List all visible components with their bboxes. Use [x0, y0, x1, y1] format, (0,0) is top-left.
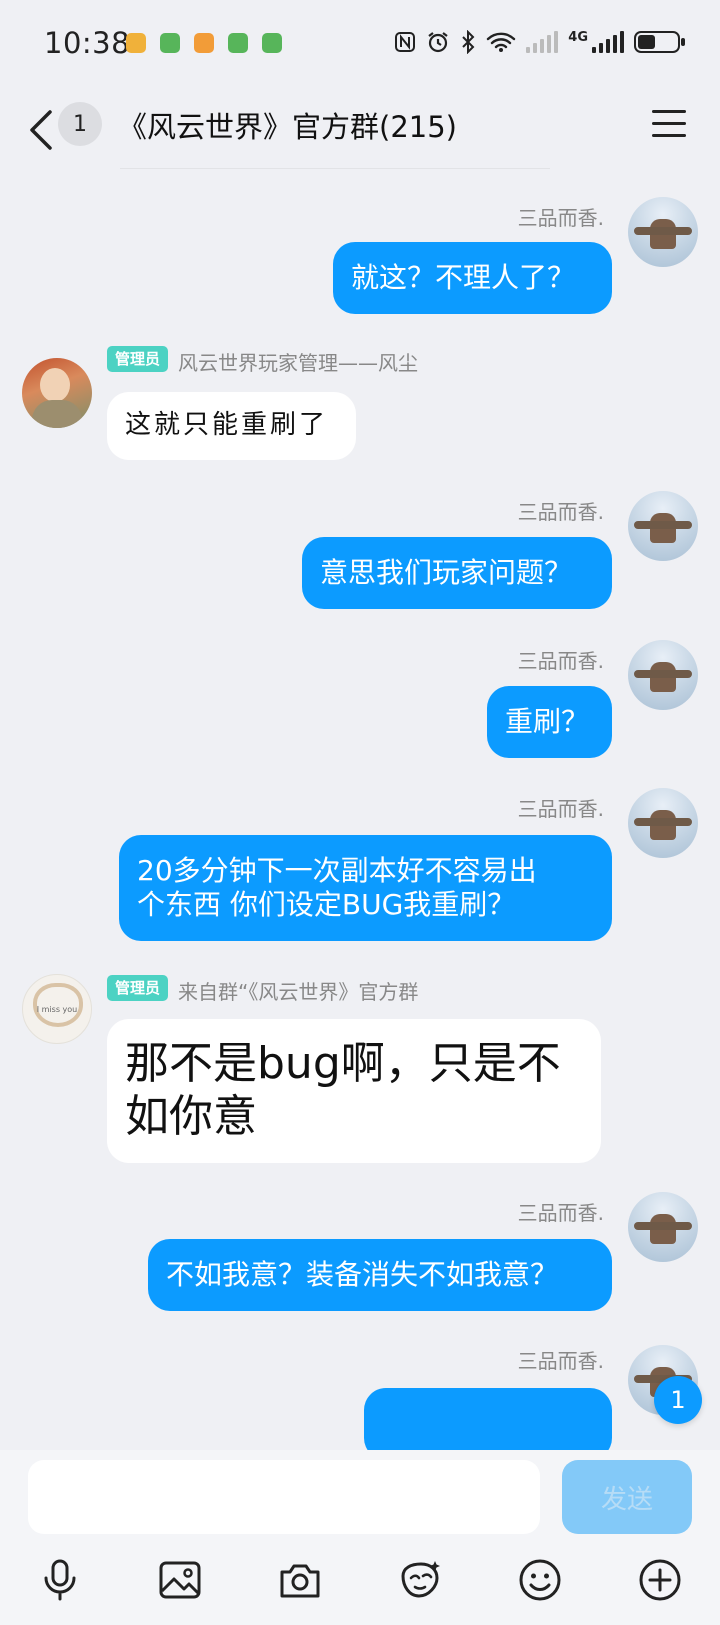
new-message-badge[interactable]: 1: [654, 1376, 702, 1424]
camera-icon[interactable]: [276, 1556, 324, 1604]
message-text-line: 20多分钟下一次副本好不容易出: [137, 854, 537, 888]
avatar[interactable]: I miss you: [22, 974, 92, 1044]
status-time: 10:38: [44, 26, 131, 60]
avatar[interactable]: [628, 640, 698, 710]
plus-icon[interactable]: [636, 1556, 684, 1604]
status-bar: 10:38 4G: [0, 0, 720, 88]
message-sender-name: 三品而香.: [517, 1349, 604, 1373]
avatar-caption: I miss you: [36, 1005, 78, 1014]
message-sender-name: 三品而香.: [517, 649, 604, 673]
message-text: 就这？不理人了？: [351, 261, 576, 295]
message-sender-name: 三品而香.: [517, 1201, 604, 1225]
sticker-icon[interactable]: [396, 1556, 444, 1604]
battery-level: [638, 35, 656, 49]
avatar[interactable]: [628, 197, 698, 267]
message-text: 意思我们玩家问题？: [320, 556, 573, 590]
emoji-icon[interactable]: [516, 1556, 564, 1604]
admin-badge: 管理员: [107, 346, 169, 372]
notification-icons: [126, 33, 282, 53]
message-bubble[interactable]: 那不是bug啊，只是不 如你意: [107, 1019, 601, 1163]
message-sender-name: 风云世界玩家管理——风尘: [178, 351, 418, 375]
message-bubble[interactable]: 这就只能重刷了: [107, 392, 356, 460]
nfc-icon: [395, 32, 416, 52]
message-text: 重刷？: [505, 705, 590, 739]
chat-message-list[interactable]: 三品而香. 就这？不理人了？ 管理员 风云世界玩家管理——风尘 这就只能重刷了 …: [0, 180, 720, 1450]
message-bubble[interactable]: 意思我们玩家问题？: [302, 537, 612, 609]
message-bubble[interactable]: 20多分钟下一次副本好不容易出 个东西 你们设定BUG我重刷？: [119, 835, 612, 941]
message-input[interactable]: [28, 1460, 540, 1534]
divider: [120, 168, 550, 169]
message-bubble[interactable]: 不如我意？装备消失不如我意？: [148, 1239, 612, 1311]
message-text: 不如我意？装备消失不如我意？: [166, 1258, 559, 1292]
signal-icon: [526, 31, 559, 53]
message-text-line: 那不是bug啊，只是不: [125, 1038, 561, 1090]
avatar[interactable]: [628, 788, 698, 858]
message-text-line: 如你意: [125, 1091, 257, 1142]
message-sender-name: 来自群“《风云世界》官方群: [178, 980, 419, 1004]
message-bubble[interactable]: 就这？不理人了？: [333, 242, 612, 314]
chevron-left-icon[interactable]: [26, 108, 56, 152]
message-sender-name: 三品而香.: [517, 500, 604, 524]
avatar[interactable]: [628, 1192, 698, 1262]
message-text: 这就只能重刷了: [125, 410, 329, 441]
message-sender-name: 三品而香.: [517, 206, 604, 230]
message-bubble[interactable]: [364, 1388, 612, 1450]
app-notification-icon: [262, 33, 282, 53]
message-sender-name: 三品而香.: [517, 797, 604, 821]
app-notification-icon: [228, 33, 248, 53]
wifi-icon: [487, 32, 516, 52]
hamburger-menu-icon[interactable]: [652, 110, 686, 138]
message-bubble[interactable]: 重刷？: [487, 686, 612, 758]
signal-icon: [592, 31, 624, 53]
send-button[interactable]: 发送: [562, 1460, 692, 1534]
bluetooth-icon: [462, 30, 475, 54]
unread-count-badge[interactable]: 1: [58, 102, 102, 146]
avatar[interactable]: [22, 358, 92, 428]
message-text-line: 个东西 你们设定BUG我重刷？: [137, 888, 516, 921]
microphone-icon[interactable]: [36, 1556, 84, 1604]
avatar[interactable]: [628, 491, 698, 561]
app-notification-icon: [160, 33, 180, 53]
system-icons: 4G: [394, 30, 685, 54]
admin-badge: 管理员: [107, 975, 169, 1001]
image-icon[interactable]: [156, 1556, 204, 1604]
game-app-icon: [194, 33, 214, 53]
alarm-icon: [428, 32, 448, 53]
network-type: 4G: [568, 30, 588, 45]
message-app-icon: [126, 33, 146, 53]
page-title: 《风云世界》官方群(215): [118, 110, 457, 144]
battery-icon: [634, 31, 685, 53]
